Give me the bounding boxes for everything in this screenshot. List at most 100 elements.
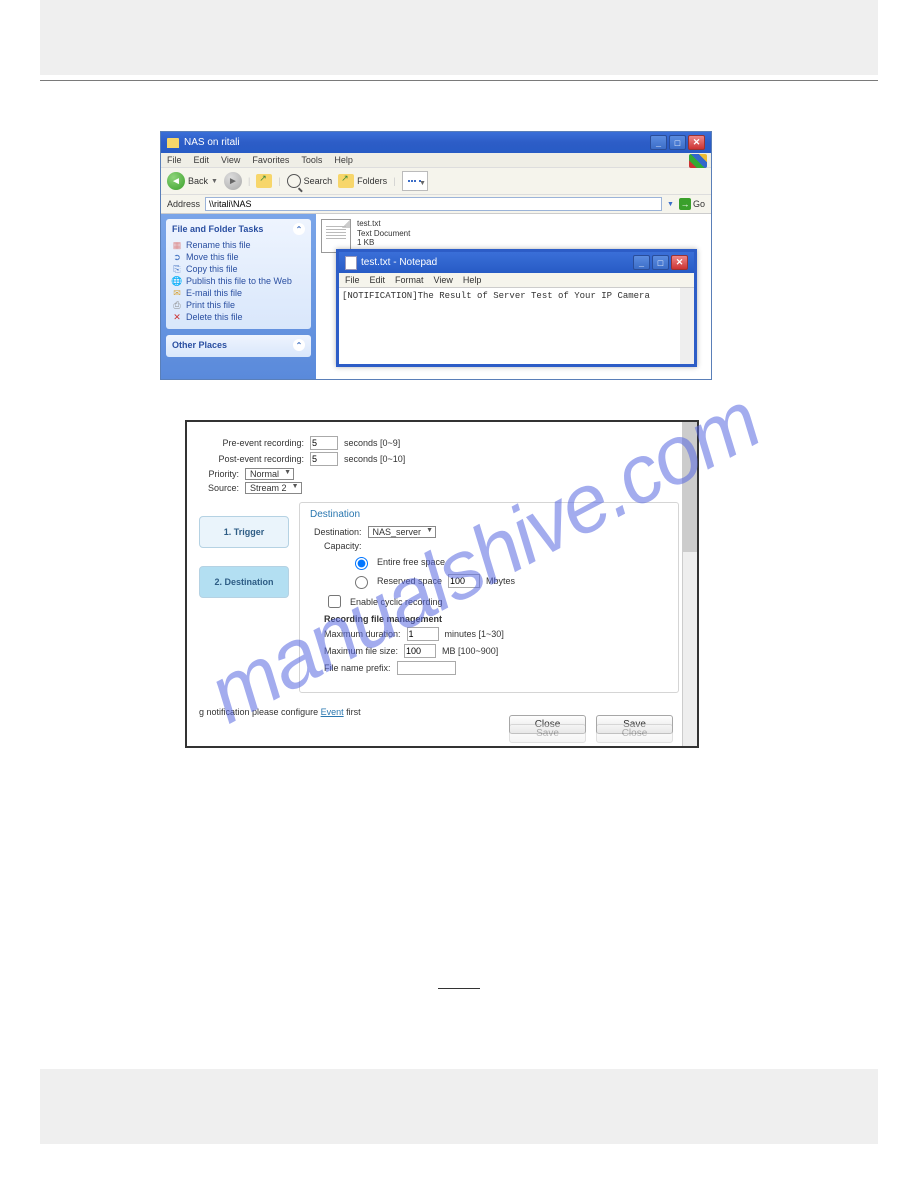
file-folder-tasks-panel: File and Folder Tasks ⌃ ▦Rename this fil… [166,219,311,329]
notepad-title: test.txt - Notepad [361,257,437,268]
scrollbar[interactable] [682,422,697,746]
go-button[interactable]: → Go [679,198,705,210]
radio-entire[interactable] [355,557,368,570]
destination-box: Destination Destination: NAS_server Capa… [299,502,679,693]
close-button[interactable]: ✕ [671,255,688,270]
task-delete[interactable]: ✕Delete this file [172,311,305,323]
explorer-window: NAS on ritali _ □ ✕ File Edit View Favor… [160,131,712,380]
prefix-input[interactable] [397,661,456,675]
menu-help[interactable]: Help [334,155,353,165]
ghost-close: Close [596,724,673,743]
source-select[interactable]: Stream 2 [245,482,302,494]
task-copy[interactable]: ⎘Copy this file [172,263,305,275]
step-trigger[interactable]: 1. Trigger [199,516,289,548]
task-move[interactable]: ➲Move this file [172,251,305,263]
notepad-content[interactable]: [NOTIFICATION]The Result of Server Test … [339,288,694,364]
opt-reserved-label: Reserved space [377,576,442,586]
bottom-banner [40,1069,878,1144]
destination-header: Destination [310,509,668,520]
explorer-menubar: File Edit View Favorites Tools Help [161,153,711,167]
file-item[interactable]: test.txt Text Document 1 KB [321,219,706,253]
menu-tools[interactable]: Tools [301,155,322,165]
reserved-unit: Mbytes [486,576,515,586]
back-label: Back [188,176,208,186]
panel-title: File and Folder Tasks [172,224,263,234]
panel-title: Other Places [172,340,227,350]
file-size: 1 KB [357,238,410,248]
cyclic-checkbox[interactable] [328,595,341,608]
mgmt-header: Recording file management [324,614,442,624]
step-nav: 1. Trigger 2. Destination [199,502,289,693]
ghost-save: Save [509,724,586,743]
prefix-label: File name prefix: [324,663,391,673]
menu-view[interactable]: View [221,155,240,165]
event-link[interactable]: Event [321,707,344,717]
maximize-button[interactable]: □ [652,255,669,270]
file-type: Text Document [357,229,410,239]
np-menu-format[interactable]: Format [395,275,424,285]
max-dur-label: Maximum duration: [324,629,401,639]
search-icon [287,174,301,188]
reserved-input[interactable] [448,574,480,588]
priority-select[interactable]: Normal [245,468,294,480]
radio-reserved[interactable] [355,576,368,589]
notepad-titlebar[interactable]: test.txt - Notepad _ □ ✕ [339,252,694,273]
source-label: Source: [199,483,239,493]
views-button[interactable]: ▼ [402,171,428,191]
notepad-window: test.txt - Notepad _ □ ✕ File Edit Form [336,249,697,367]
pre-event-label: Pre-event recording: [199,438,304,448]
collapse-icon[interactable]: ⌃ [293,223,305,235]
np-menu-edit[interactable]: Edit [370,275,386,285]
other-places-panel: Other Places ⌃ [166,335,311,357]
search-button[interactable]: Search [287,174,333,188]
task-rename[interactable]: ▦Rename this file [172,239,305,251]
notepad-icon [345,256,357,270]
np-menu-help[interactable]: Help [463,275,482,285]
menu-edit[interactable]: Edit [194,155,210,165]
windows-flag-icon [689,154,707,168]
recording-settings-panel: Pre-event recording: seconds [0~9] Post-… [185,420,699,748]
forward-button[interactable]: ► [224,172,242,190]
minimize-button[interactable]: _ [633,255,650,270]
explorer-titlebar[interactable]: NAS on ritali _ □ ✕ [161,132,711,153]
close-button[interactable]: ✕ [688,135,705,150]
opt-entire-label: Entire free space [377,557,445,567]
np-menu-file[interactable]: File [345,275,360,285]
address-bar: Address ▼ → Go [161,195,711,214]
maximize-button[interactable]: □ [669,135,686,150]
max-dur-input[interactable] [407,627,439,641]
pre-event-units: seconds [0~9] [344,438,400,448]
cyclic-label: Enable cyclic recording [350,597,443,607]
capacity-label: Capacity: [324,541,362,551]
np-menu-view[interactable]: View [434,275,453,285]
menu-file[interactable]: File [167,155,182,165]
task-print[interactable]: ⎙Print this file [172,299,305,311]
explorer-toolbar: ◄ Back ▼ ► | | Search Folders | ▼ [161,167,711,195]
up-folder-button[interactable] [256,174,272,188]
priority-label: Priority: [199,469,239,479]
menu-favorites[interactable]: Favorites [252,155,289,165]
max-size-input[interactable] [404,644,436,658]
back-button[interactable]: ◄ Back ▼ [167,172,218,190]
file-name: test.txt [357,219,410,229]
collapse-icon[interactable]: ⌃ [293,339,305,351]
step-destination[interactable]: 2. Destination [199,566,289,598]
address-input[interactable] [205,197,662,211]
post-event-units: seconds [0~10] [344,454,405,464]
pre-event-input[interactable] [310,436,338,450]
explorer-sidebar: File and Folder Tasks ⌃ ▦Rename this fil… [161,214,316,379]
minimize-button[interactable]: _ [650,135,667,150]
explorer-main: test.txt Text Document 1 KB test.txt - N… [316,214,711,379]
post-event-input[interactable] [310,452,338,466]
task-publish[interactable]: 🌐Publish this file to the Web [172,275,305,287]
max-size-label: Maximum file size: [324,646,398,656]
folders-button[interactable]: Folders [338,174,387,188]
post-event-label: Post-event recording: [199,454,304,464]
short-rule [438,988,480,989]
folder-icon [167,138,179,148]
text-file-icon [321,219,351,253]
destination-label: Destination: [314,527,362,537]
address-label: Address [167,199,200,209]
destination-select[interactable]: NAS_server [368,526,437,538]
task-email[interactable]: ✉E-mail this file [172,287,305,299]
